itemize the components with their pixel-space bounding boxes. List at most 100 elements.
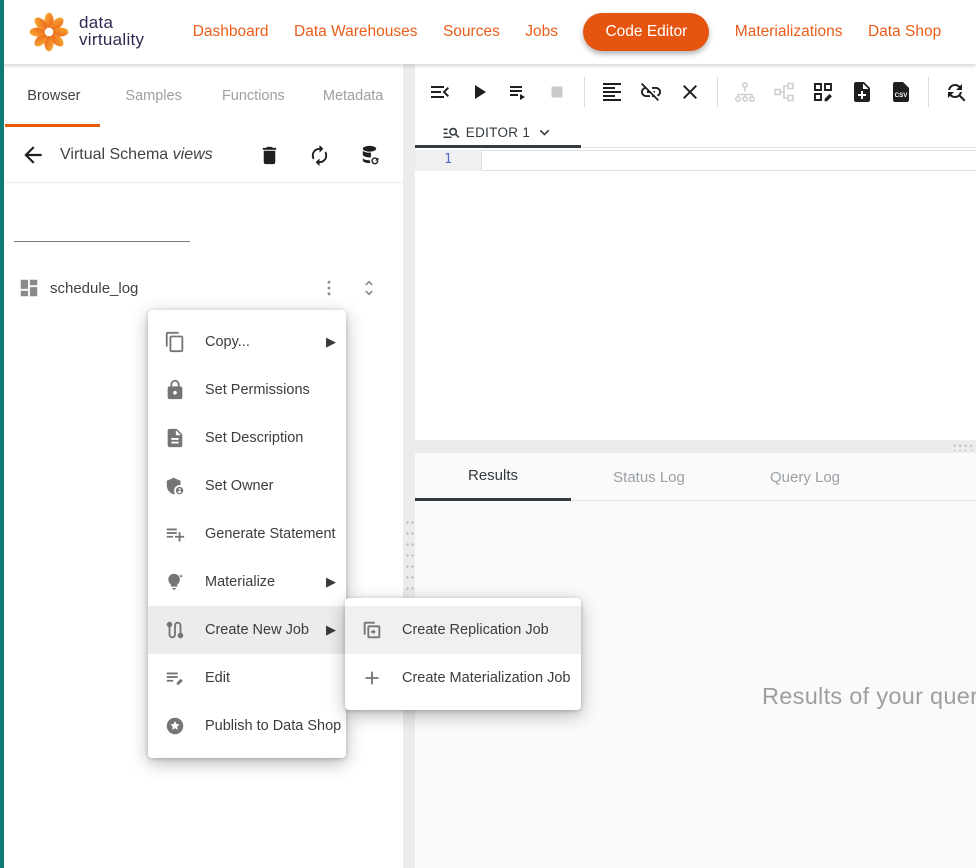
lock-icon: [164, 379, 186, 401]
table-grid-icon: [18, 277, 40, 299]
playlist-add-icon: [164, 523, 186, 545]
menu-item-label: Create Replication Job: [402, 622, 571, 638]
menu-item-label: Create New Job: [205, 622, 324, 638]
menu-item-set-owner[interactable]: Set Owner: [148, 462, 346, 510]
format-sql-icon[interactable]: [600, 80, 624, 104]
nav-code-editor[interactable]: Code Editor: [583, 13, 709, 51]
menu-item-label: Set Owner: [205, 478, 336, 494]
tab-samples[interactable]: Samples: [104, 64, 204, 128]
materialize-bulb-icon: [164, 571, 186, 593]
logo-flower-icon: [28, 11, 70, 53]
tree-item-label: schedule_log: [50, 280, 319, 297]
create-job-submenu: Create Replication Job Create Materializ…: [345, 598, 581, 710]
nav-materializations[interactable]: Materializations: [735, 23, 843, 41]
menu-item-label: Create Materialization Job: [402, 670, 571, 686]
manage-search-icon: [442, 123, 461, 142]
sidebar-tabs: Browser Samples Functions Metadata: [4, 64, 403, 128]
menu-item-label: Publish to Data Shop: [205, 718, 341, 734]
editor-tab-label: EDITOR 1: [466, 125, 530, 140]
stop-query-icon: [545, 80, 569, 104]
export-csv-icon[interactable]: CSV: [889, 80, 913, 104]
schema-search: [14, 213, 190, 242]
run-selection-icon[interactable]: [506, 80, 530, 104]
menu-item-materialize[interactable]: Materialize ▶: [148, 558, 346, 606]
nav-jobs[interactable]: Jobs: [525, 23, 558, 41]
panel-resize-handle[interactable]: [403, 64, 415, 868]
nav-items: Dashboard Data Warehouses Sources Jobs C…: [156, 13, 976, 51]
document-icon: [164, 427, 186, 449]
context-menu: Copy... ▶ Set Permissions Set Descriptio…: [148, 310, 346, 758]
drag-dots-icon: [952, 443, 974, 451]
editor-toolbar: CSV: [415, 64, 976, 119]
menu-item-label: Generate Statement: [205, 526, 336, 542]
line-number: 1: [415, 150, 481, 171]
editor-cursor-line[interactable]: [481, 150, 976, 171]
duplicate-arrow-icon: [361, 619, 383, 641]
unfold-more-icon[interactable]: [359, 278, 379, 298]
find-replace-icon[interactable]: [944, 80, 968, 104]
nav-dashboard[interactable]: Dashboard: [193, 23, 269, 41]
code-editor-panel: CSV EDITOR 1 1 Results Status Log Query …: [415, 64, 976, 868]
top-navigation: data virtuality Dashboard Data Warehouse…: [0, 0, 976, 64]
schema-title: Virtual Schema views: [60, 146, 213, 164]
clear-editor-icon[interactable]: [678, 80, 702, 104]
route-icon: [164, 619, 186, 641]
results-resize-handle[interactable]: [415, 440, 976, 453]
tab-query-log[interactable]: Query Log: [727, 453, 883, 501]
menu-item-create-replication-job[interactable]: Create Replication Job: [345, 606, 581, 654]
results-tabs: Results Status Log Query Log: [415, 453, 976, 501]
tab-status-log[interactable]: Status Log: [571, 453, 727, 501]
menu-item-create-new-job[interactable]: Create New Job ▶: [148, 606, 346, 654]
menu-item-generate-statement[interactable]: Generate Statement: [148, 510, 346, 558]
menu-item-label: Copy...: [205, 334, 324, 350]
edit-layout-icon[interactable]: [811, 80, 835, 104]
results-placeholder: Results of your queries: [762, 683, 976, 710]
tab-functions[interactable]: Functions: [204, 64, 304, 128]
link-off-icon[interactable]: [639, 80, 663, 104]
menu-item-label: Set Permissions: [205, 382, 336, 398]
brand-logo[interactable]: data virtuality: [28, 11, 156, 53]
menu-item-edit[interactable]: Edit: [148, 654, 346, 702]
tab-results[interactable]: Results: [415, 453, 571, 501]
collapse-editor-icon[interactable]: [428, 80, 452, 104]
brand-name: data virtuality: [79, 15, 144, 48]
submenu-arrow-icon: ▶: [324, 334, 336, 350]
tab-editor-1[interactable]: EDITOR 1: [415, 119, 581, 148]
code-editor-area[interactable]: 1: [415, 148, 976, 440]
tab-browser[interactable]: Browser: [4, 64, 104, 128]
nav-data-shop[interactable]: Data Shop: [868, 23, 941, 41]
menu-item-copy[interactable]: Copy... ▶: [148, 318, 346, 366]
menu-item-label: Materialize: [205, 574, 324, 590]
menu-item-publish-to-data-shop[interactable]: Publish to Data Shop: [148, 702, 346, 750]
menu-item-set-description[interactable]: Set Description: [148, 414, 346, 462]
toolbar-separator: [717, 77, 718, 107]
editor-active-line: 1: [415, 150, 976, 171]
menu-item-create-materialization-job[interactable]: Create Materialization Job: [345, 654, 581, 702]
menu-item-label: Edit: [205, 670, 336, 686]
tab-metadata[interactable]: Metadata: [303, 64, 403, 128]
schema-subtitle: views: [173, 146, 213, 163]
nav-sources[interactable]: Sources: [443, 23, 500, 41]
menu-item-set-permissions[interactable]: Set Permissions: [148, 366, 346, 414]
delete-schema-icon[interactable]: [258, 144, 281, 167]
svg-text:CSV: CSV: [895, 92, 909, 99]
new-file-icon[interactable]: [850, 80, 874, 104]
nav-data-warehouses[interactable]: Data Warehouses: [294, 23, 418, 41]
owner-shield-icon: [164, 475, 186, 497]
editor-tabs: EDITOR 1: [415, 119, 976, 148]
dependency-tree-icon: [733, 80, 757, 104]
schema-search-input[interactable]: [26, 215, 207, 231]
star-circle-icon: [164, 715, 186, 737]
drag-dots-icon: [405, 517, 414, 595]
playlist-edit-icon: [164, 667, 186, 689]
tree-item-schedule-log[interactable]: schedule_log: [4, 266, 403, 310]
chevron-down-icon[interactable]: [535, 123, 554, 142]
kebab-menu-icon[interactable]: [319, 278, 339, 298]
back-arrow-icon[interactable]: [20, 142, 46, 168]
refresh-schema-icon[interactable]: [308, 144, 331, 167]
plus-icon: [361, 667, 383, 689]
run-query-icon[interactable]: [467, 80, 491, 104]
submenu-arrow-icon: ▶: [324, 622, 336, 638]
database-refresh-icon[interactable]: [358, 144, 381, 167]
copy-icon: [164, 331, 186, 353]
